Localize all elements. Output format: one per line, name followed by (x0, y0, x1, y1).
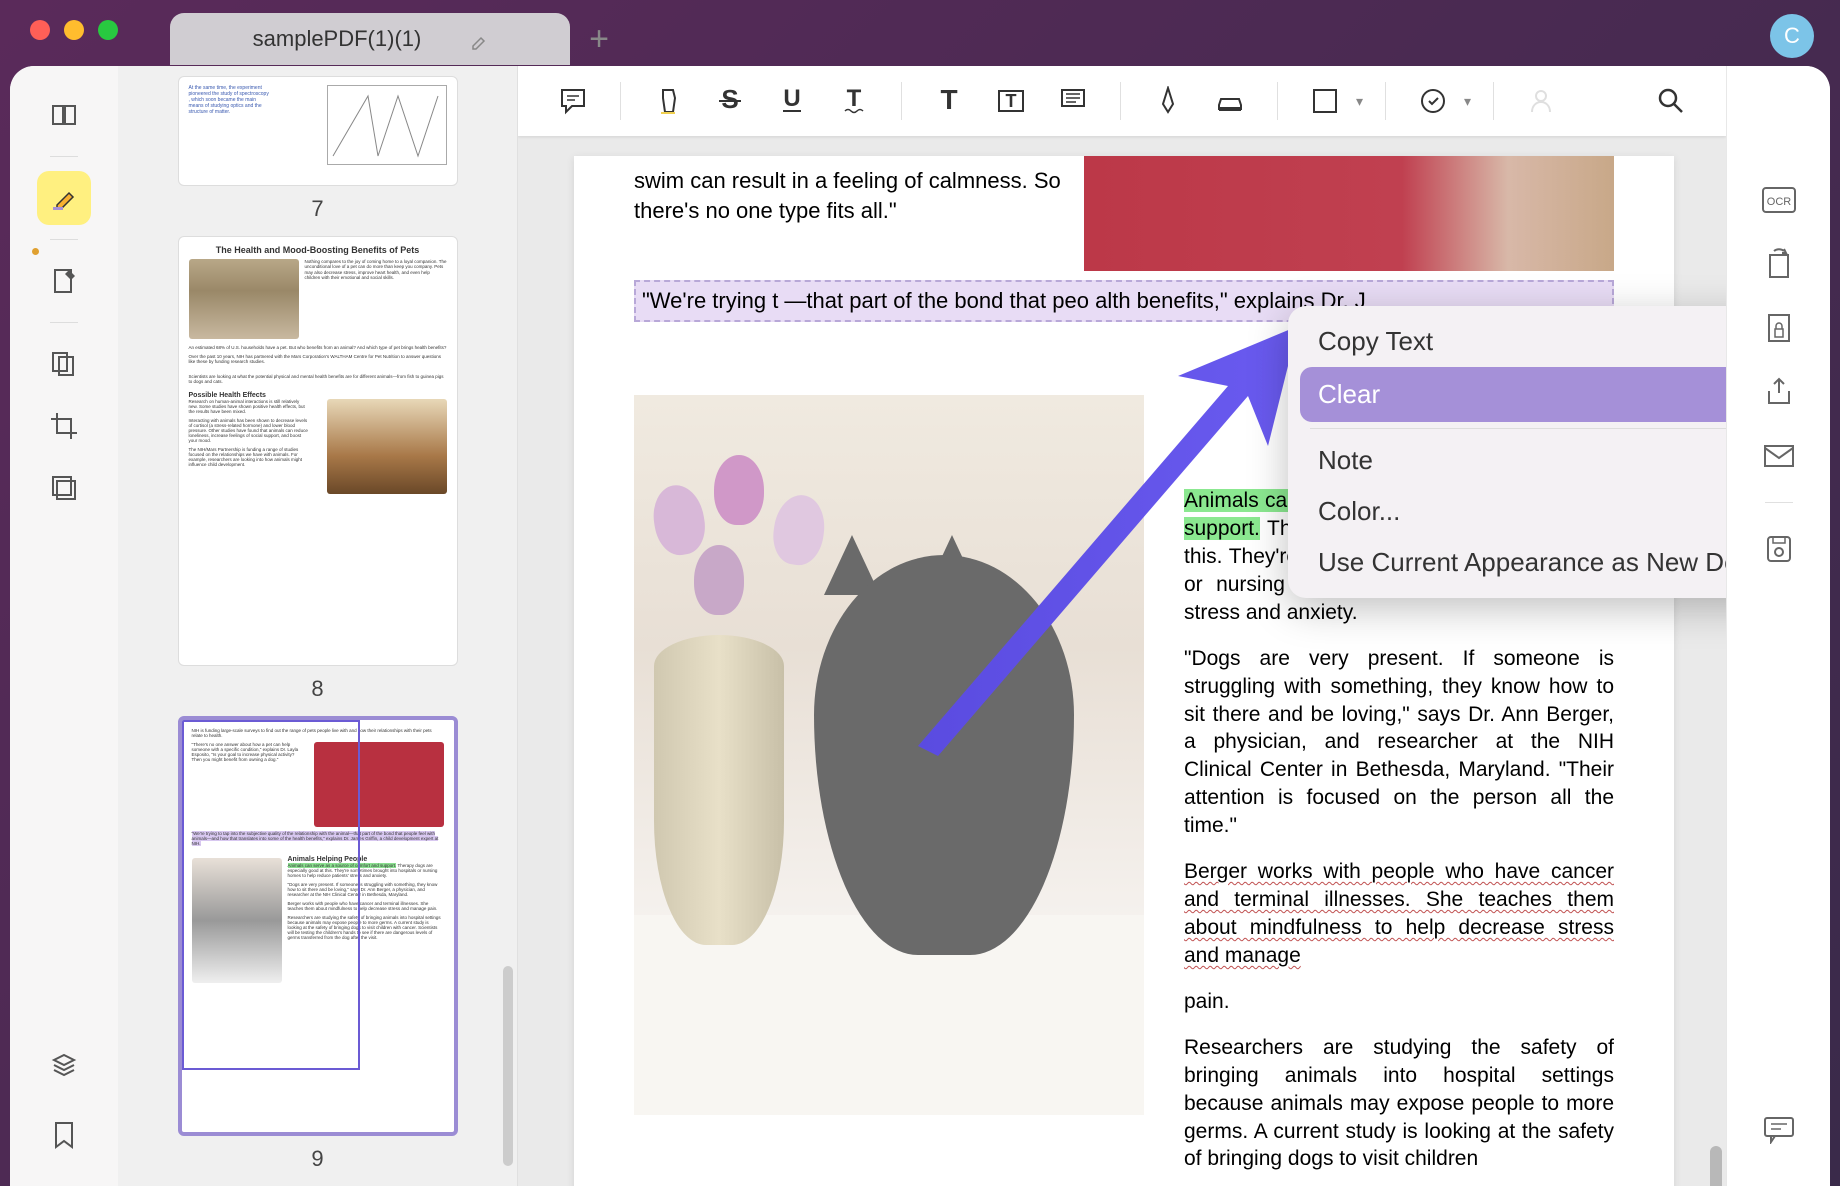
fullscreen-window-button[interactable] (98, 20, 118, 40)
thumbnail-scrollbar[interactable] (503, 966, 513, 1166)
menu-copy-text[interactable]: Copy Text ⌘ C (1300, 316, 1726, 367)
text-tool-icon[interactable]: T (924, 76, 974, 126)
toolbar-separator (1120, 82, 1121, 120)
crop-tool-icon[interactable] (37, 399, 91, 453)
thumbnail-page-7[interactable]: At the same time, the experimentpioneere… (134, 76, 501, 222)
menu-note[interactable]: Note (1300, 435, 1726, 486)
chevron-down-icon[interactable]: ▾ (1464, 93, 1471, 110)
highlighter-tool-icon[interactable] (37, 171, 91, 225)
context-menu: Copy Text ⌘ C Clear Note Color... Use Cu… (1288, 306, 1726, 598)
ocr-button[interactable]: OCR (1755, 176, 1803, 224)
svg-text:T: T (940, 86, 957, 115)
page-number-label: 8 (311, 676, 323, 702)
tab-bar: samplePDF(1)(1) + (170, 10, 616, 68)
menu-divider (1310, 428, 1726, 429)
rail-divider (50, 322, 78, 323)
menu-color[interactable]: Color... (1300, 486, 1726, 537)
minimize-window-button[interactable] (64, 20, 84, 40)
menu-use-current-default[interactable]: Use Current Appearance as New Default (1300, 537, 1726, 588)
squiggly-underline-icon[interactable]: T (829, 76, 879, 126)
organize-pages-icon[interactable] (37, 337, 91, 391)
page-number-label: 7 (311, 196, 323, 222)
svg-text:U: U (783, 86, 800, 112)
viewport-indicator (182, 720, 360, 1070)
comments-panel-icon[interactable] (1755, 1106, 1803, 1154)
signature-tool-icon[interactable] (1516, 76, 1566, 126)
annotation-toolbar: S U T T T (518, 66, 1726, 136)
reader-mode-icon[interactable] (37, 88, 91, 142)
page-number-label: 9 (311, 1146, 323, 1172)
pen-tool-icon[interactable] (1143, 76, 1193, 126)
edit-text-tool-icon[interactable] (37, 254, 91, 308)
thumbnails-panel: At the same time, the experimentpioneere… (118, 66, 518, 1186)
toolbar-separator (1493, 82, 1494, 120)
new-tab-button[interactable]: + (582, 22, 616, 56)
strikethrough-icon[interactable]: S (705, 76, 755, 126)
rail-divider (50, 239, 78, 240)
toolbar-separator (901, 82, 902, 120)
rotate-page-icon[interactable] (1755, 240, 1803, 288)
chevron-down-icon[interactable]: ▾ (1356, 93, 1363, 110)
tab-title: samplePDF(1)(1) (253, 26, 422, 52)
eraser-tool-icon[interactable] (1205, 76, 1255, 126)
close-window-button[interactable] (30, 20, 50, 40)
body-text: swim can result in a feeling of calmness… (634, 156, 1094, 225)
user-avatar[interactable]: C (1770, 14, 1814, 58)
highlight-marker-icon[interactable] (643, 76, 693, 126)
dog-image (1084, 156, 1614, 271)
bookmark-icon[interactable] (37, 1108, 91, 1162)
text-box-icon[interactable]: T (986, 76, 1036, 126)
mail-icon[interactable] (1755, 432, 1803, 480)
thumbnail-page-8[interactable]: The Health and Mood-Boosting Benefits of… (134, 236, 501, 702)
menu-clear[interactable]: Clear (1300, 367, 1726, 422)
svg-text:T: T (1006, 91, 1017, 111)
underline-icon[interactable]: U (767, 76, 817, 126)
share-icon[interactable] (1755, 368, 1803, 416)
shape-tool-icon[interactable] (1300, 76, 1350, 126)
callout-icon[interactable] (1048, 76, 1098, 126)
document-tab[interactable]: samplePDF(1)(1) (170, 13, 570, 65)
cat-image (634, 395, 1144, 1115)
svg-text:T: T (847, 86, 862, 112)
stamp-tool-icon[interactable] (1408, 76, 1458, 126)
toolbar-separator (620, 82, 621, 120)
layers-icon[interactable] (37, 1038, 91, 1092)
redact-tool-icon[interactable] (37, 461, 91, 515)
rename-tab-icon[interactable] (471, 31, 487, 47)
search-icon[interactable] (1646, 76, 1696, 126)
rail-divider (1765, 502, 1793, 503)
lock-page-icon[interactable] (1755, 304, 1803, 352)
left-tool-rail (10, 66, 118, 1186)
page-scrollbar[interactable] (1710, 1146, 1722, 1186)
save-icon[interactable] (1755, 525, 1803, 573)
active-tool-indicator (32, 248, 39, 255)
window-traffic-lights (30, 20, 118, 40)
note-tool-icon[interactable] (548, 76, 598, 126)
document-viewport: S U T T T (518, 66, 1726, 1186)
thumbnail-page-9-current[interactable]: NIH is funding large-scale surveys to fi… (134, 716, 501, 1172)
main-window: At the same time, the experimentpioneere… (10, 66, 1830, 1186)
right-tool-rail: OCR (1726, 66, 1830, 1186)
toolbar-separator (1277, 82, 1278, 120)
rail-divider (50, 156, 78, 157)
svg-text:OCR: OCR (1766, 196, 1791, 208)
toolbar-separator (1385, 82, 1386, 120)
